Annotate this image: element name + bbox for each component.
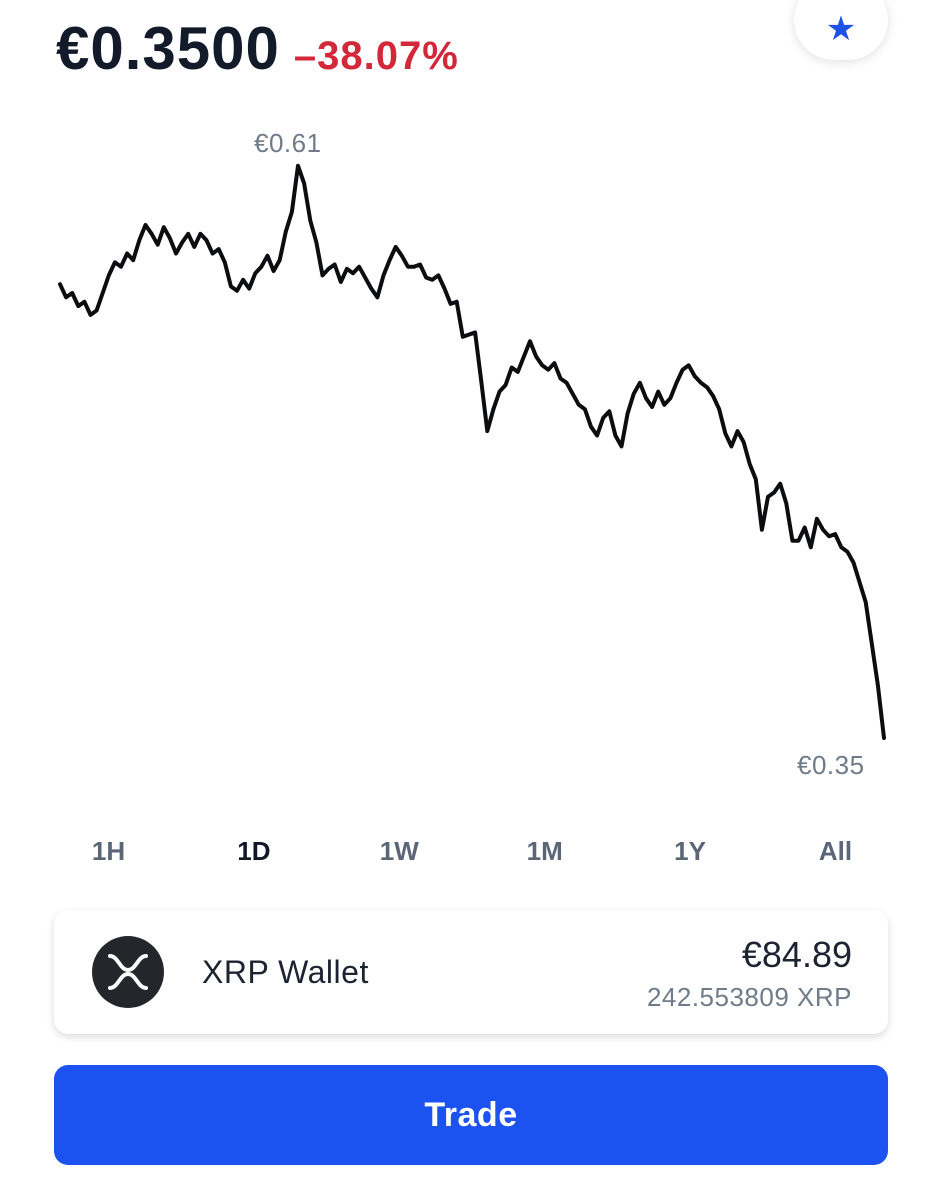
range-tab-1h[interactable]: 1H	[36, 830, 181, 873]
wallet-fiat-balance: €84.89	[741, 934, 852, 975]
trade-button[interactable]: Trade	[54, 1065, 888, 1165]
price-line	[58, 163, 886, 740]
price-chart-svg	[58, 163, 886, 740]
wallet-name: XRP Wallet	[202, 954, 369, 990]
xrp-logo-icon	[92, 936, 164, 1008]
range-tab-1d[interactable]: 1D	[181, 830, 326, 873]
time-range-tabs: 1H 1D 1W 1M 1Y All	[36, 830, 908, 873]
coin-detail-page: €0.3500 –38.07% ★ €0.61 €0.35 1H 1D 1W 1…	[0, 0, 944, 1200]
range-tab-all[interactable]: All	[763, 830, 908, 873]
price-chart[interactable]: €0.61 €0.35	[0, 0, 944, 800]
wallet-crypto-balance: 242.553809 XRP	[646, 982, 852, 1012]
chart-low-label: €0.35	[797, 750, 865, 780]
range-tab-1m[interactable]: 1M	[472, 830, 617, 873]
chart-high-label: €0.61	[254, 128, 322, 158]
range-tab-1w[interactable]: 1W	[327, 830, 472, 873]
wallet-card[interactable]: XRP Wallet €84.89 242.553809 XRP	[54, 910, 888, 1034]
range-tab-1y[interactable]: 1Y	[618, 830, 763, 873]
